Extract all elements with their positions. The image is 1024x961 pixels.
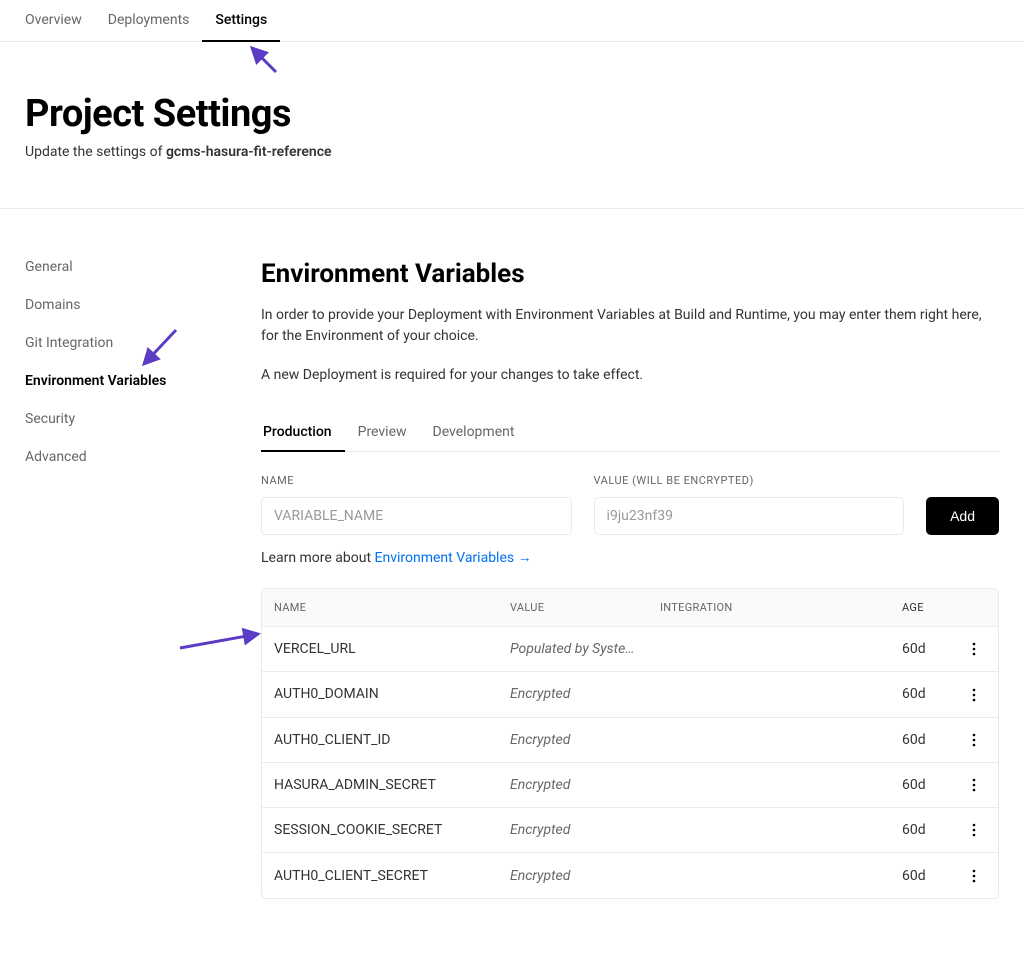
row-name: AUTH0_DOMAIN [274,686,510,702]
env-tabs: Production Preview Development [261,414,999,452]
table-row: SESSION_COOKIE_SECRETEncrypted 60d [262,808,998,853]
learn-more-prefix: Learn more about [261,550,375,566]
row-menu-button[interactable] [962,732,986,748]
tab-settings[interactable]: Settings [202,0,280,42]
add-variable-form: NAME VALUE (WILL BE ENCRYPTED) Add [261,474,999,535]
more-vertical-icon [966,867,982,883]
row-age: 60d [902,822,962,838]
arrow-right-icon: → [518,550,532,566]
row-value: Encrypted [510,868,660,884]
row-age: 60d [902,777,962,793]
table-row: VERCEL_URLPopulated by Syste… 60d [262,627,998,672]
more-vertical-icon [966,732,982,748]
sidebar-item-domains[interactable]: Domains [25,297,261,335]
value-label: VALUE (WILL BE ENCRYPTED) [594,474,905,487]
col-header-name: NAME [274,601,510,614]
row-name: AUTH0_CLIENT_ID [274,732,510,748]
more-vertical-icon [966,822,982,838]
tab-deployments[interactable]: Deployments [95,0,203,41]
row-age: 60d [902,641,962,657]
section-desc-1: In order to provide your Deployment with… [261,305,999,347]
row-menu-button[interactable] [962,686,986,702]
sidebar-item-security[interactable]: Security [25,411,261,449]
project-name: gcms-hasura-fit-reference [166,144,332,160]
col-header-value: VALUE [510,601,660,614]
sidebar-item-general[interactable]: General [25,259,261,297]
table-row: AUTH0_CLIENT_SECRETEncrypted 60d [262,853,998,897]
subtitle-prefix: Update the settings of [25,144,166,160]
row-menu-button[interactable] [962,822,986,838]
table-row: AUTH0_CLIENT_IDEncrypted 60d [262,718,998,763]
sidebar: General Domains Git Integration Environm… [25,259,261,899]
page-title: Project Settings [25,92,999,136]
row-value: Encrypted [510,822,660,838]
row-menu-button[interactable] [962,641,986,657]
main-content: Environment Variables In order to provid… [261,259,999,899]
add-button[interactable]: Add [926,497,999,535]
row-name: SESSION_COOKIE_SECRET [274,822,510,838]
sidebar-item-environment-variables[interactable]: Environment Variables [25,373,261,411]
learn-more-link[interactable]: Environment Variables → [375,550,532,566]
row-value: Encrypted [510,686,660,702]
row-name: AUTH0_CLIENT_SECRET [274,868,510,884]
row-age: 60d [902,868,962,884]
section-desc-2: A new Deployment is required for your ch… [261,365,999,386]
page-subtitle: Update the settings of gcms-hasura-fit-r… [25,144,999,160]
sidebar-item-git-integration[interactable]: Git Integration [25,335,261,373]
table-header: NAME VALUE INTEGRATION AGE [262,589,998,627]
row-value: Populated by Syste… [510,641,660,657]
row-value: Encrypted [510,777,660,793]
learn-more: Learn more about Environment Variables → [261,549,999,566]
env-tab-development[interactable]: Development [420,414,528,451]
row-age: 60d [902,686,962,702]
sidebar-item-advanced[interactable]: Advanced [25,449,261,487]
more-vertical-icon [966,641,982,657]
top-tabs: Overview Deployments Settings [0,0,1024,42]
col-header-integration: INTEGRATION [660,601,902,614]
more-vertical-icon [966,686,982,702]
env-tab-production[interactable]: Production [261,414,345,452]
row-value: Encrypted [510,732,660,748]
row-menu-button[interactable] [962,777,986,793]
value-input[interactable] [594,497,905,535]
tab-overview[interactable]: Overview [25,0,95,41]
row-name: HASURA_ADMIN_SECRET [274,777,510,793]
more-vertical-icon [966,777,982,793]
section-title: Environment Variables [261,259,999,289]
env-tab-preview[interactable]: Preview [345,414,420,451]
header-section: Project Settings Update the settings of … [0,42,1024,209]
table-row: HASURA_ADMIN_SECRETEncrypted 60d [262,763,998,808]
table-row: AUTH0_DOMAINEncrypted 60d [262,672,998,717]
name-label: NAME [261,474,572,487]
col-header-age: AGE [902,601,962,614]
row-name: VERCEL_URL [274,641,510,657]
env-table: NAME VALUE INTEGRATION AGE VERCEL_URLPop… [261,588,999,899]
name-input[interactable] [261,497,572,535]
row-age: 60d [902,732,962,748]
row-menu-button[interactable] [962,867,986,883]
